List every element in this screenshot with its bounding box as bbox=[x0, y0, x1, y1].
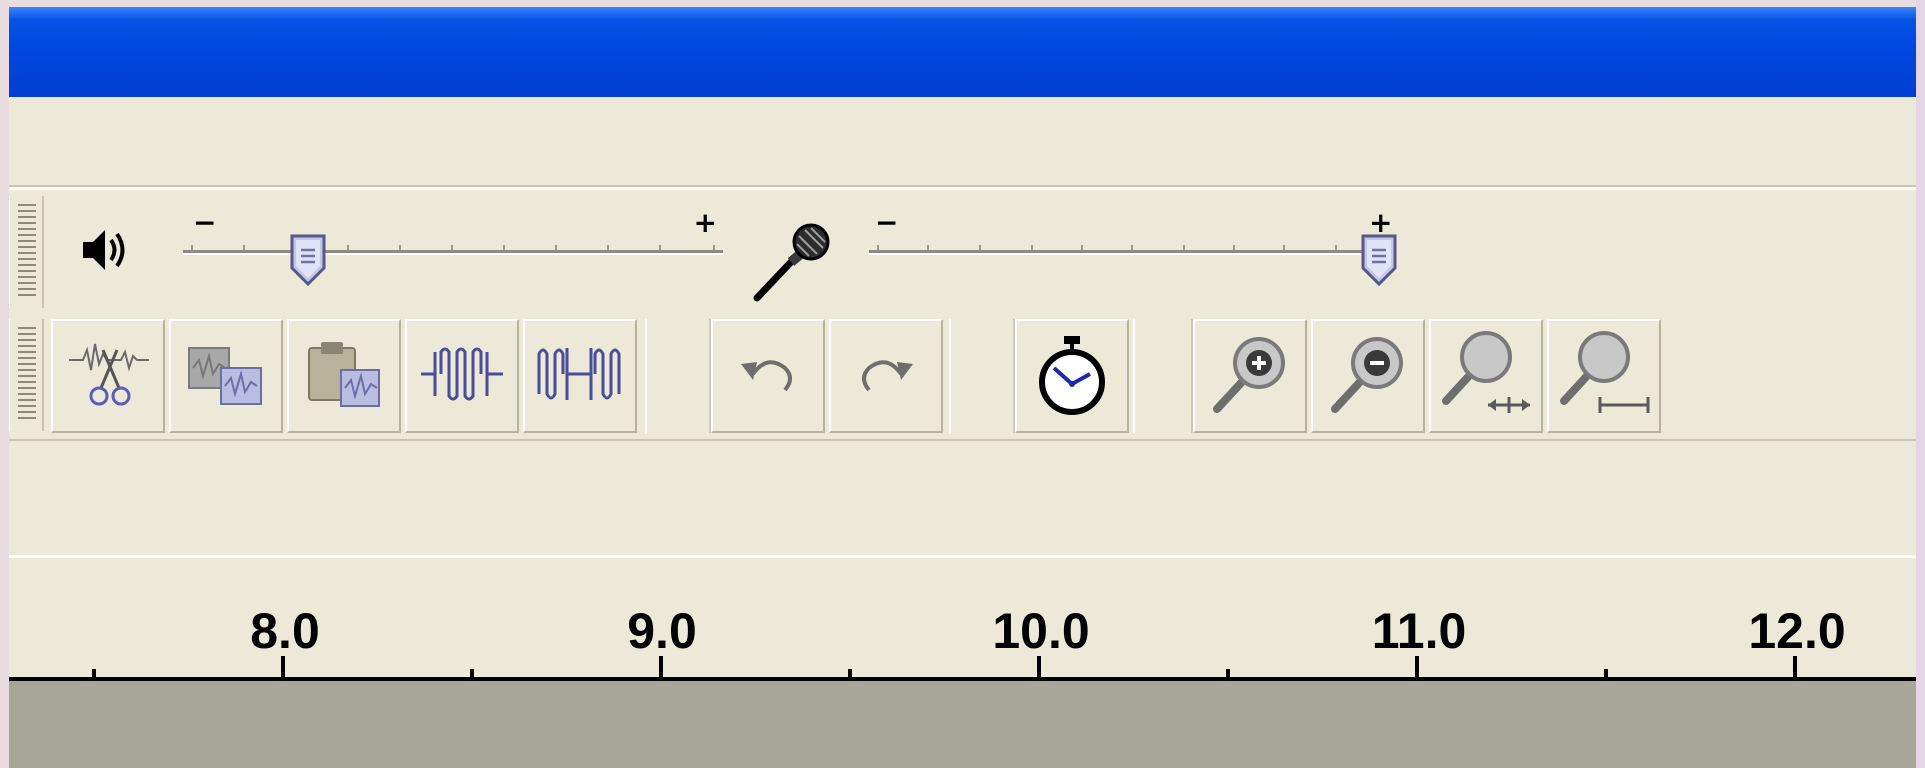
ruler-minor-tick bbox=[92, 669, 96, 677]
ruler-minor-tick bbox=[1604, 669, 1608, 677]
paste-icon bbox=[299, 334, 389, 419]
ruler-major-tick bbox=[1415, 656, 1419, 677]
menu-bar bbox=[9, 97, 1916, 190]
trim-outside-selection-button[interactable] bbox=[405, 319, 519, 433]
fit-project-button[interactable] bbox=[1547, 319, 1661, 433]
paste-button[interactable] bbox=[287, 319, 401, 433]
ruler-label: 11.0 bbox=[1371, 603, 1467, 659]
undo-icon bbox=[733, 344, 803, 409]
fit-project-icon bbox=[1556, 329, 1652, 424]
redo-icon bbox=[851, 344, 921, 409]
ruler-major-tick bbox=[659, 656, 663, 677]
ruler-minor-tick bbox=[848, 669, 852, 677]
edit-toolbar-grip[interactable] bbox=[9, 319, 44, 431]
timeline-ruler[interactable]: 8.0 9.0 10.0 11.0 12.0 bbox=[9, 555, 1916, 681]
toolbar-separator bbox=[645, 319, 711, 433]
ruler-major-tick bbox=[1037, 656, 1041, 677]
ruler-label: 8.0 bbox=[250, 603, 320, 659]
toolbar-separator bbox=[1133, 319, 1193, 433]
fit-selection-button[interactable] bbox=[1429, 319, 1543, 433]
speaker-icon bbox=[79, 222, 129, 283]
zoom-in-button[interactable] bbox=[1193, 319, 1307, 433]
track-area[interactable] bbox=[9, 681, 1916, 768]
sync-lock-button[interactable] bbox=[1015, 319, 1129, 433]
mixer-toolbar: − + − + bbox=[9, 190, 1916, 310]
playback-plus-label: + bbox=[693, 206, 717, 239]
edit-toolbar bbox=[9, 315, 1916, 437]
playback-slider-thumb[interactable] bbox=[288, 232, 328, 287]
sync-lock-icon bbox=[1032, 332, 1112, 421]
recording-slider-track bbox=[869, 250, 1383, 255]
trim-icon bbox=[63, 334, 153, 419]
title-bar[interactable] bbox=[9, 7, 1916, 97]
ruler-major-tick bbox=[1793, 656, 1797, 677]
silence-icon bbox=[535, 334, 625, 419]
mixer-toolbar-grip[interactable] bbox=[9, 196, 44, 308]
trim-outside-icon bbox=[417, 334, 507, 419]
trim-button[interactable] bbox=[51, 319, 165, 433]
zoom-out-icon bbox=[1325, 331, 1411, 422]
fit-selection-icon bbox=[1438, 329, 1534, 424]
ruler-label: 9.0 bbox=[627, 603, 697, 659]
ruler-minor-tick bbox=[1226, 669, 1230, 677]
zoom-in-icon bbox=[1207, 331, 1293, 422]
microphone-icon bbox=[747, 216, 839, 311]
ruler-label: 12.0 bbox=[1748, 603, 1846, 659]
ruler-minor-tick bbox=[470, 669, 474, 677]
silence-selection-button[interactable] bbox=[523, 319, 637, 433]
copy-icon bbox=[181, 334, 271, 419]
recording-minus-label: − bbox=[875, 206, 899, 239]
recording-slider-thumb[interactable] bbox=[1359, 232, 1399, 287]
empty-toolbar-dock bbox=[9, 439, 1916, 555]
audio-editor-window: − + − + 8.0 9.0 10.0 11.0 12.0 bbox=[9, 7, 1916, 768]
recording-volume-slider[interactable]: − + bbox=[869, 206, 1409, 287]
playback-minus-label: − bbox=[193, 206, 217, 239]
window-edge bbox=[1916, 0, 1925, 768]
playback-volume-slider[interactable]: − + bbox=[183, 206, 723, 287]
undo-button[interactable] bbox=[711, 319, 825, 433]
copy-button[interactable] bbox=[169, 319, 283, 433]
toolbar-separator bbox=[949, 319, 1015, 433]
redo-button[interactable] bbox=[829, 319, 943, 433]
playback-slider-track bbox=[183, 250, 723, 255]
ruler-major-tick bbox=[281, 656, 285, 677]
ruler-label: 10.0 bbox=[992, 603, 1090, 659]
zoom-out-button[interactable] bbox=[1311, 319, 1425, 433]
